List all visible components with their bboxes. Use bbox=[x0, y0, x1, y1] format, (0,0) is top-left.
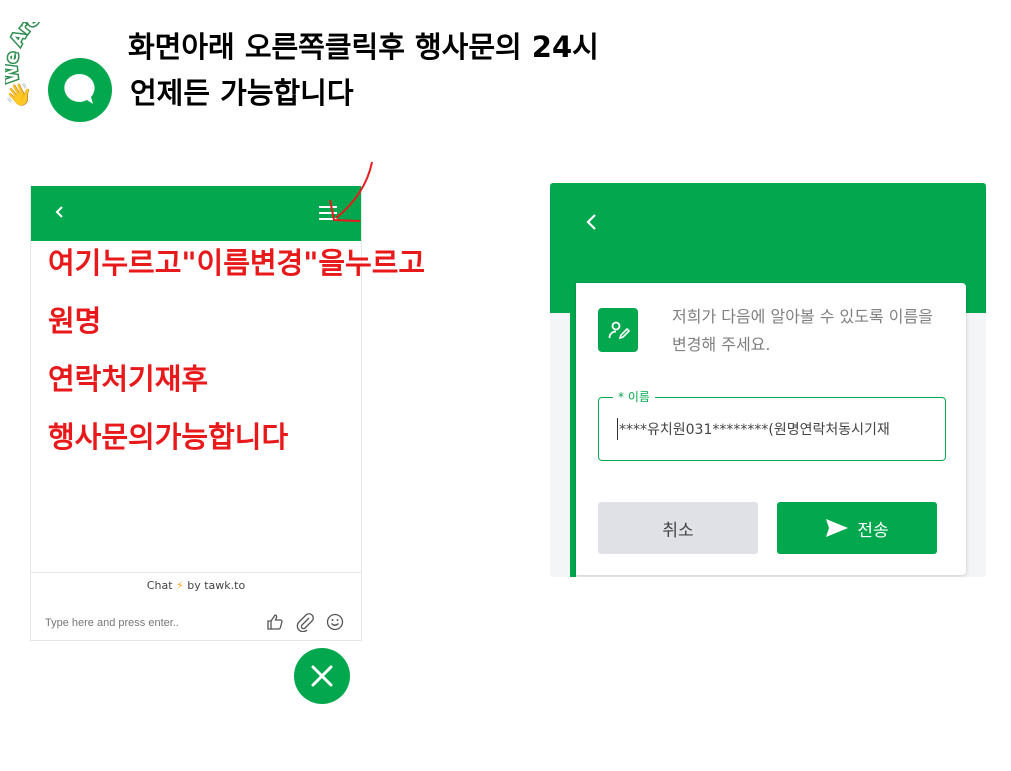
rename-message: 저희가 다음에 알아볼 수 있도록 이름을 변경해 주세요. bbox=[672, 307, 933, 354]
input-actions bbox=[265, 612, 345, 633]
rename-card: 저희가 다음에 알아볼 수 있도록 이름을 변경해 주세요. * 이름 취소 전… bbox=[576, 283, 966, 575]
thumbs-up-icon[interactable] bbox=[265, 612, 285, 632]
wave-hand-icon: 👋 bbox=[5, 82, 32, 108]
cancel-button[interactable]: 취소 bbox=[598, 502, 758, 554]
close-chat-button[interactable] bbox=[294, 648, 350, 704]
we-are-here-logo: We Are Here! 👋 bbox=[5, 22, 130, 127]
name-field-label: * 이름 bbox=[613, 388, 655, 405]
name-field: * 이름 bbox=[598, 388, 946, 461]
powered-suffix: by tawk.to bbox=[187, 579, 246, 592]
instruction-line: 행사문의가능합니다 bbox=[48, 420, 289, 454]
powered-by[interactable]: Chat ⚡ by tawk.to bbox=[31, 579, 361, 592]
message-input[interactable] bbox=[45, 613, 265, 633]
smiley-icon[interactable] bbox=[325, 612, 345, 632]
instruction-line: 원명 bbox=[48, 304, 102, 338]
send-label: 전송 bbox=[857, 520, 889, 541]
headline-line-1: 화면아래 오른쪽클릭후 행사문의 24시 bbox=[128, 30, 599, 64]
lightning-bolt-icon: ⚡ bbox=[176, 579, 184, 592]
headline-line-2: 언제든 가능합니다 bbox=[130, 76, 354, 110]
send-arrow-icon bbox=[826, 519, 849, 537]
chat-widget-left: 여기누르고"이름변경"을누르고 원명 연락처기재후 행사문의가능합니다 Chat… bbox=[30, 186, 425, 641]
send-button[interactable]: 전송 bbox=[777, 502, 937, 554]
instruction-annotation: 여기누르고"이름변경"을누르고 원명 연락처기재후 행사문의가능합니다 bbox=[48, 234, 518, 466]
page-headline: 화면아래 오른쪽클릭후 행사문의 24시 언제든 가능합니다 bbox=[128, 24, 599, 116]
close-icon bbox=[311, 665, 333, 687]
user-edit-icon bbox=[598, 308, 638, 352]
footer-divider bbox=[31, 572, 361, 573]
name-input[interactable] bbox=[617, 418, 939, 440]
paperclip-icon[interactable] bbox=[295, 612, 315, 633]
instruction-line: 연락처기재후 bbox=[48, 362, 209, 396]
annotation-arrow-icon bbox=[329, 161, 373, 222]
chevron-left-icon[interactable] bbox=[53, 202, 69, 224]
powered-prefix: Chat bbox=[146, 579, 173, 592]
chat-widget-right: 저희가 다음에 알아볼 수 있도록 이름을 변경해 주세요. * 이름 취소 전… bbox=[550, 183, 986, 577]
chevron-left-icon[interactable] bbox=[584, 211, 602, 235]
instruction-line: 여기누르고"이름변경"을누르고 bbox=[48, 246, 426, 280]
